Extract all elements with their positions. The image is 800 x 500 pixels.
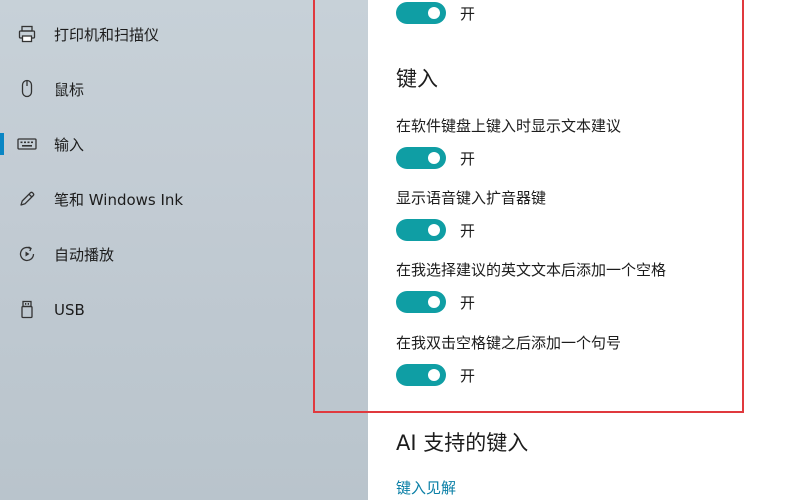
voice-typing-toggle-row: 开 (396, 218, 475, 242)
sidebar-item-typing[interactable]: 输入 (0, 124, 368, 164)
toggle-knob (428, 152, 440, 164)
autoplay-icon (17, 244, 37, 264)
printer-icon (17, 24, 37, 44)
add-space-toggle-row: 开 (396, 290, 475, 314)
toggle-knob (428, 369, 440, 381)
sidebar-item-usb[interactable]: USB (0, 290, 368, 330)
toggle-state-label: 开 (460, 366, 476, 385)
top-toggle-row: 开 (396, 1, 475, 25)
text-suggestions-toggle[interactable] (396, 147, 446, 169)
toggle-state-label: 开 (460, 149, 476, 168)
selection-indicator (0, 133, 4, 155)
toggle-knob (428, 7, 440, 19)
pen-icon (17, 189, 37, 209)
toggle-state-label: 开 (460, 4, 476, 23)
sidebar: 打印机和扫描仪 鼠标 输入 笔和 Windows Ink 自动播放 USB (0, 0, 368, 500)
mouse-icon (17, 79, 37, 99)
section-heading-typing: 键入 (396, 67, 438, 91)
toggle-state-label: 开 (460, 221, 476, 240)
text-suggestions-toggle-row: 开 (396, 146, 475, 170)
typing-insights-link[interactable]: 键入见解 (396, 477, 456, 498)
toggle-knob (428, 296, 440, 308)
section-heading-ai-typing: AI 支持的键入 (396, 431, 529, 455)
usb-icon (17, 300, 37, 320)
sidebar-item-autoplay[interactable]: 自动播放 (0, 234, 368, 274)
voice-typing-toggle[interactable] (396, 219, 446, 241)
sidebar-item-printers-scanners[interactable]: 打印机和扫描仪 (0, 14, 368, 54)
sidebar-item-label: 打印机和扫描仪 (54, 25, 160, 44)
sidebar-item-label: 笔和 Windows Ink (54, 190, 184, 209)
sidebar-item-label: 鼠标 (54, 80, 85, 99)
keyboard-icon (17, 134, 37, 154)
add-period-toggle-row: 开 (396, 363, 475, 387)
setting-label-text-suggestions: 在软件键盘上键入时显示文本建议 (396, 117, 622, 135)
sidebar-item-label: USB (54, 301, 85, 319)
toggle-state-label: 开 (460, 293, 476, 312)
sidebar-item-label: 自动播放 (54, 245, 115, 264)
setting-label-add-period: 在我双击空格键之后添加一个句号 (396, 334, 622, 352)
setting-label-voice-typing-key: 显示语音键入扩音器键 (396, 189, 547, 207)
toggle-knob (428, 224, 440, 236)
sidebar-item-mouse[interactable]: 鼠标 (0, 69, 368, 109)
setting-label-add-space: 在我选择建议的英文文本后添加一个空格 (396, 261, 667, 279)
add-period-toggle[interactable] (396, 364, 446, 386)
settings-window: 打印机和扫描仪 鼠标 输入 笔和 Windows Ink 自动播放 USB 开 … (0, 0, 800, 500)
add-space-toggle[interactable] (396, 291, 446, 313)
sidebar-item-pen-windows-ink[interactable]: 笔和 Windows Ink (0, 179, 368, 219)
toggle-switch[interactable] (396, 2, 446, 24)
sidebar-item-label: 输入 (54, 135, 85, 154)
